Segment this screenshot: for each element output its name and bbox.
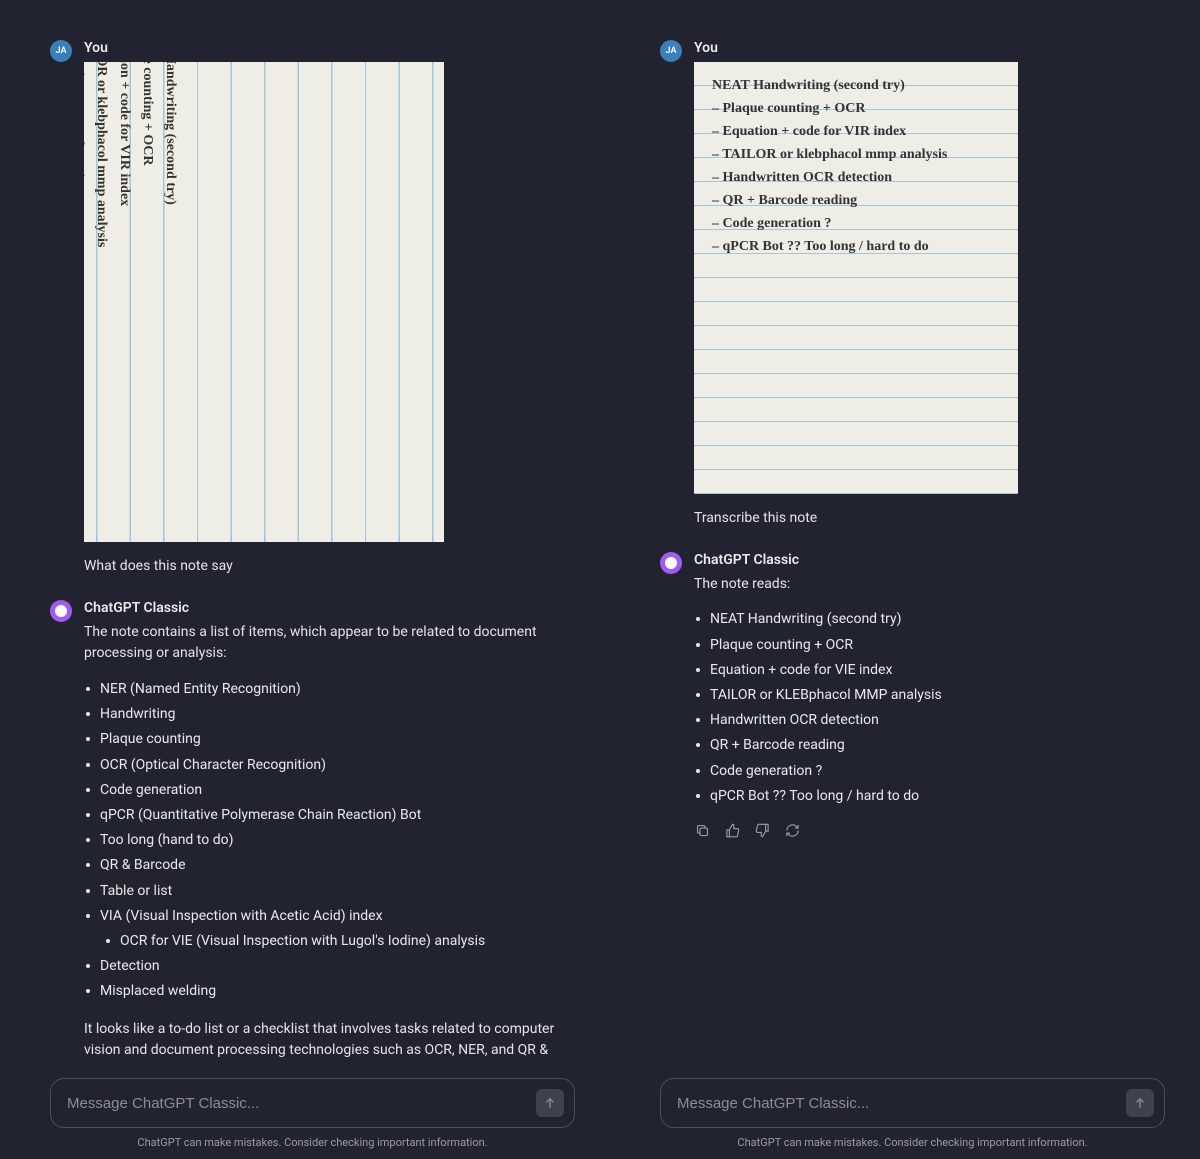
arrow-up-icon [543, 1096, 557, 1110]
disclaimer-text: ChatGPT can make mistakes. Consider chec… [50, 1136, 575, 1149]
list-item: TAILOR or KLEBphacol MMP analysis [700, 683, 1165, 708]
thumbs-up-icon[interactable] [724, 823, 740, 839]
list-item: OCR (Optical Character Recognition) [90, 753, 575, 778]
list-item: Plaque counting + OCR [700, 633, 1165, 658]
message-actions [694, 823, 1165, 839]
list-item: Handwritten OCR detection [700, 708, 1165, 733]
composer[interactable] [660, 1078, 1165, 1128]
assistant-outro: It looks like a to-do list or a checklis… [84, 1019, 575, 1059]
list-item: Code generation ? [700, 759, 1165, 784]
list-item: Detection [90, 954, 575, 979]
assistant-intro: The note contains a list of items, which… [84, 622, 575, 665]
user-avatar: JA [50, 40, 72, 62]
list-item: Handwriting [90, 702, 575, 727]
assistant-intro: The note reads: [694, 574, 1165, 596]
disclaimer-text: ChatGPT can make mistakes. Consider chec… [660, 1136, 1165, 1149]
list-item: Code generation [90, 778, 575, 803]
list-item: QR & Barcode [90, 853, 575, 878]
author-label: You [84, 40, 575, 56]
conversation: JA You NEAT Handwriting (second try) – P… [660, 40, 1165, 1058]
list-item: Table or list [90, 879, 575, 904]
user-avatar: JA [660, 40, 682, 62]
assistant-message: ChatGPT Classic The note reads: NEAT Han… [660, 552, 1165, 839]
assistant-message: ChatGPT Classic The note contains a list… [50, 600, 575, 1058]
right-panel: JA You NEAT Handwriting (second try) – P… [610, 0, 1200, 1159]
composer-area: ChatGPT can make mistakes. Consider chec… [50, 1058, 575, 1149]
bot-avatar [660, 552, 682, 574]
send-button[interactable] [536, 1089, 564, 1117]
list-item: VIA (Visual Inspection with Acetic Acid)… [90, 904, 575, 929]
list-item: qPCR (Quantitative Polymerase Chain Reac… [90, 803, 575, 828]
list-item: QR + Barcode reading [700, 733, 1165, 758]
list-item: NEAT Handwriting (second try) [700, 607, 1165, 632]
arrow-up-icon [1133, 1096, 1147, 1110]
author-label: ChatGPT Classic [694, 552, 1165, 568]
composer-area: ChatGPT can make mistakes. Consider chec… [660, 1058, 1165, 1149]
handwritten-text: NEAT Handwriting (second try) – Plaque c… [84, 62, 182, 442]
author-label: You [694, 40, 1165, 56]
author-label: ChatGPT Classic [84, 600, 575, 616]
list-item: NER (Named Entity Recognition) [90, 677, 575, 702]
list-item: Equation + code for VIE index [700, 658, 1165, 683]
list-item: Too long (hand to do) [90, 828, 575, 853]
user-prompt-text: Transcribe this note [694, 508, 1165, 530]
user-prompt-text: What does this note say [84, 556, 575, 578]
bot-avatar [50, 600, 72, 622]
send-button[interactable] [1126, 1089, 1154, 1117]
list-item: OCR for VIE (Visual Inspection with Lugo… [110, 929, 575, 954]
list-item: Plaque counting [90, 727, 575, 752]
regenerate-icon[interactable] [784, 823, 800, 839]
thumbs-down-icon[interactable] [754, 823, 770, 839]
user-message: JA You NEAT Handwriting (second try) – P… [660, 40, 1165, 530]
copy-icon[interactable] [694, 823, 710, 839]
assistant-list: NEAT Handwriting (second try) Plaque cou… [694, 607, 1165, 809]
left-panel: JA You NEAT Handwriting (second try) – P… [0, 0, 610, 1159]
uploaded-image[interactable]: NEAT Handwriting (second try) – Plaque c… [84, 62, 444, 542]
user-message: JA You NEAT Handwriting (second try) – P… [50, 40, 575, 578]
list-item: qPCR Bot ?? Too long / hard to do [700, 784, 1165, 809]
list-item: Misplaced welding [90, 979, 575, 1004]
composer[interactable] [50, 1078, 575, 1128]
message-input[interactable] [677, 1095, 1126, 1112]
message-input[interactable] [67, 1095, 536, 1112]
uploaded-image[interactable]: NEAT Handwriting (second try) – Plaque c… [694, 62, 1018, 494]
conversation: JA You NEAT Handwriting (second try) – P… [50, 40, 575, 1058]
handwritten-text: NEAT Handwriting (second try) – Plaque c… [712, 74, 1006, 258]
assistant-list: NER (Named Entity Recognition) Handwriti… [84, 677, 575, 1004]
